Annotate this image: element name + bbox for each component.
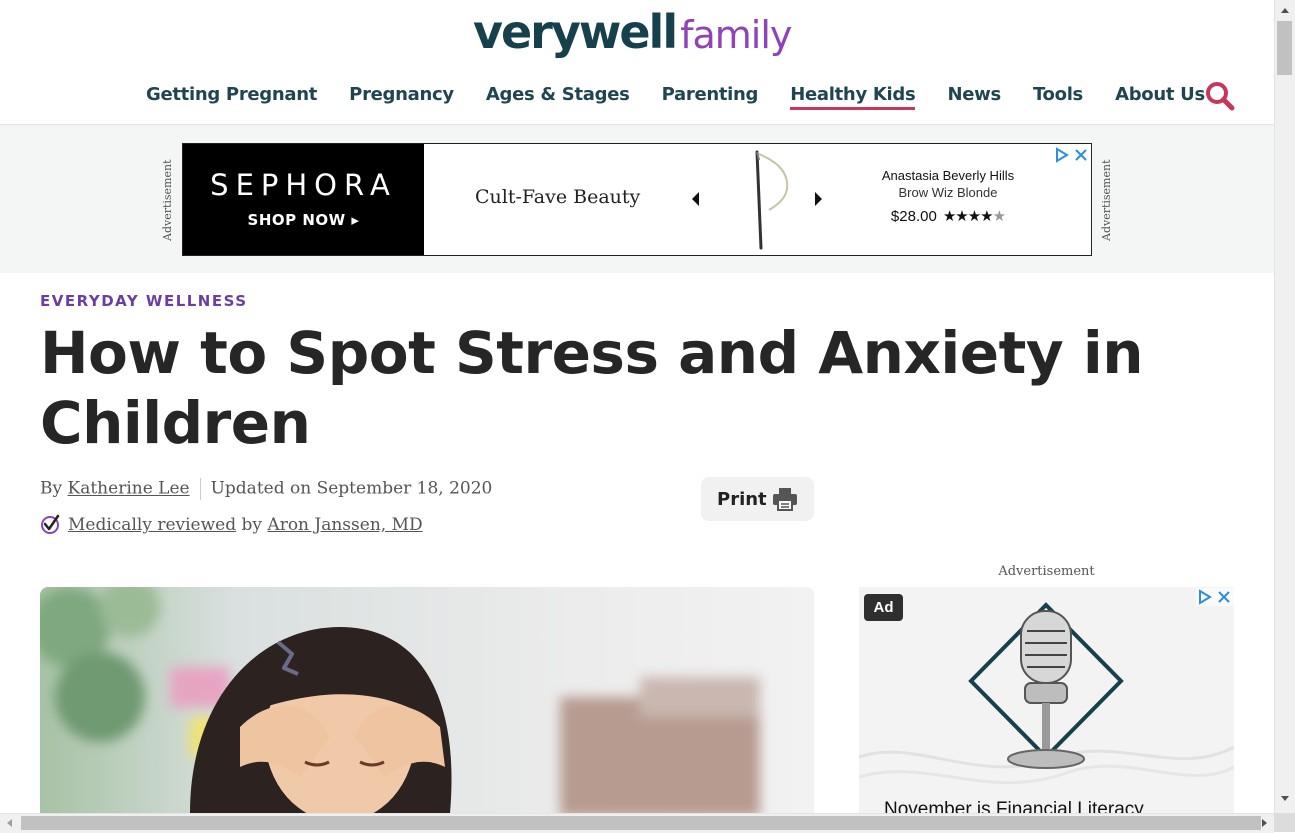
product-price-row: $28.00 ★★★★★	[843, 207, 1053, 225]
vertical-scrollbar[interactable]	[1274, 0, 1295, 813]
adchoices-icon[interactable]	[1196, 588, 1234, 606]
byline-divider	[199, 478, 201, 500]
print-button[interactable]: Print	[701, 477, 814, 521]
print-label: Print	[717, 489, 767, 510]
shop-now-button[interactable]: SHOP NOW ▸	[183, 211, 424, 229]
adchoices-icon[interactable]	[1053, 146, 1091, 164]
scroll-right-icon[interactable]	[1262, 819, 1267, 827]
nav-item-ages-stages[interactable]: Ages & Stages	[486, 84, 630, 107]
logo-sub-text: family	[680, 13, 792, 57]
horizontal-scrollbar[interactable]	[0, 813, 1274, 833]
sephora-block[interactable]: SEPHORA SHOP NOW ▸	[183, 144, 424, 255]
search-icon[interactable]	[1205, 81, 1235, 111]
top-banner-ad[interactable]: SEPHORA SHOP NOW ▸ Cult-Fave Beauty Anas…	[182, 143, 1092, 256]
scroll-down-icon[interactable]	[1281, 796, 1289, 801]
scroll-up-icon[interactable]	[1281, 8, 1289, 13]
site-logo[interactable]: verywell family	[473, 5, 792, 59]
product-name: Brow Wiz Blonde	[898, 185, 998, 200]
side-ad[interactable]: Ad November is Financial Literacy	[859, 587, 1234, 813]
nav-item-getting-pregnant[interactable]: Getting Pregnant	[146, 84, 317, 107]
reviewer-link[interactable]: Aron Janssen, MD	[267, 515, 422, 535]
nav-item-tools[interactable]: Tools	[1033, 84, 1083, 107]
printer-icon	[773, 488, 797, 511]
article-kicker[interactable]: EVERYDAY WELLNESS	[40, 292, 248, 310]
side-ad-headline[interactable]: November is Financial Literacy	[884, 799, 1144, 813]
medically-reviewed-link[interactable]: Medically reviewed	[68, 515, 236, 535]
byline-prefix: By	[40, 478, 63, 499]
vertical-scroll-thumb[interactable]	[1277, 21, 1292, 75]
nav-item-healthy-kids[interactable]: Healthy Kids	[790, 84, 916, 110]
site-header: verywell family Getting Pregnant Pregnanc…	[0, 0, 1274, 125]
product-brand: Anastasia Beverly Hills	[881, 168, 1015, 183]
logo-main-text: verywell	[473, 5, 678, 59]
author-link[interactable]: Katherine Lee	[68, 479, 190, 499]
product-info[interactable]: Anastasia Beverly Hills Brow Wiz Blonde …	[843, 168, 1053, 225]
ad-label-right: Advertisement	[1100, 159, 1113, 241]
star-rating-icon: ★★★★★	[942, 208, 1006, 225]
hero-image	[40, 587, 814, 813]
horizontal-scroll-thumb[interactable]	[21, 816, 1261, 830]
medical-review-line: Medically reviewed by Aron Janssen, MD	[40, 514, 423, 536]
ad-label-left: Advertisement	[161, 159, 174, 241]
carousel-next-icon[interactable]	[815, 192, 822, 206]
byline: By Katherine Lee Updated on September 18,…	[40, 478, 492, 500]
scroll-left-icon[interactable]	[7, 819, 12, 827]
verified-check-icon	[41, 514, 60, 534]
nav-item-parenting[interactable]: Parenting	[662, 84, 759, 107]
scrollbar-corner	[1274, 813, 1295, 832]
microphone-illustration	[859, 602, 1234, 785]
sephora-brand: SEPHORA	[210, 168, 397, 202]
main-nav: Getting Pregnant Pregnancy Ages & Stages…	[146, 84, 1232, 114]
nav-item-about-us[interactable]: About Us	[1115, 84, 1205, 107]
nav-item-news[interactable]: News	[947, 84, 1001, 107]
ad-tagline: Cult-Fave Beauty	[475, 186, 641, 208]
product-price: $28.00	[890, 208, 937, 225]
ad-badge: Ad	[864, 594, 903, 621]
reviewed-by-word: by	[241, 515, 263, 535]
carousel-prev-icon[interactable]	[692, 192, 699, 206]
article-title: How to Spot Stress and Anxiety in Childr…	[40, 319, 1144, 457]
side-ad-label: Advertisement	[998, 564, 1095, 579]
updated-date: Updated on September 18, 2020	[210, 478, 493, 499]
brow-pencil-image	[755, 150, 789, 250]
nav-item-pregnancy[interactable]: Pregnancy	[349, 84, 454, 107]
